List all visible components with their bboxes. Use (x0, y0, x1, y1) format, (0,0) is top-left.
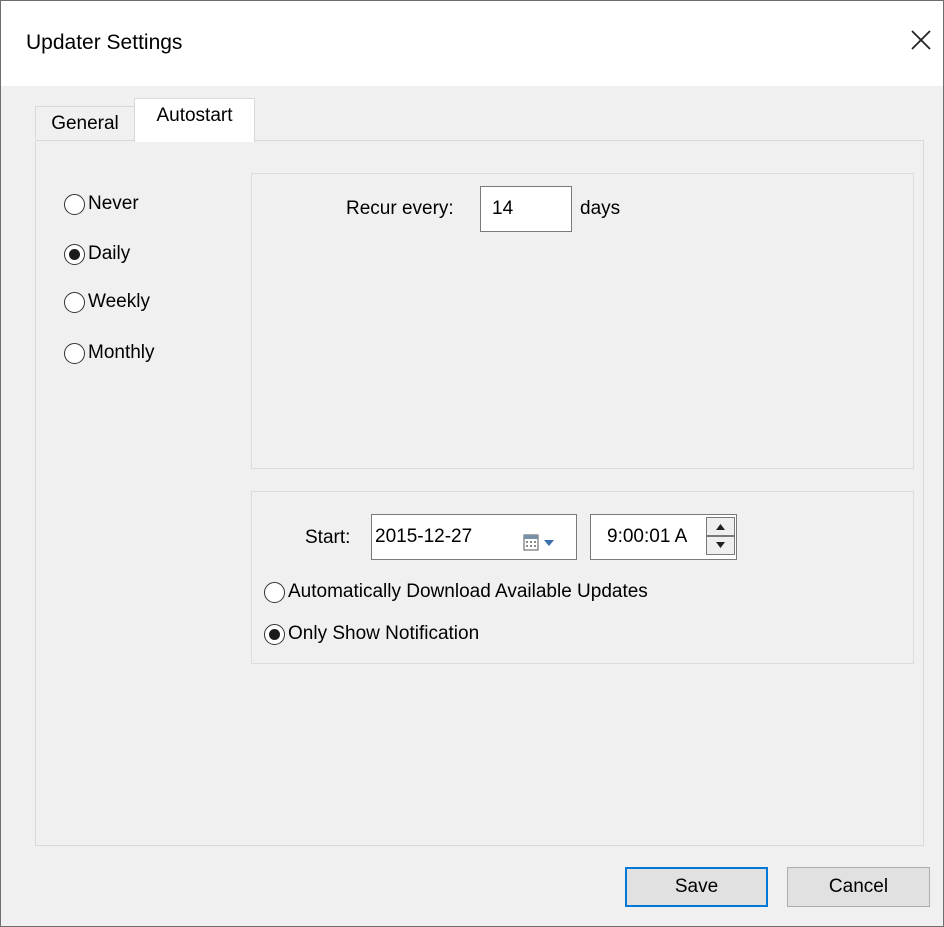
radio-daily[interactable]: Daily (64, 241, 130, 267)
tab-autostart[interactable]: Autostart (134, 98, 255, 142)
save-button[interactable]: Save (625, 867, 768, 907)
spin-down-button[interactable] (706, 536, 735, 555)
tab-general[interactable]: General (35, 106, 135, 139)
recur-every-label: Recur every: (346, 198, 454, 219)
radio-auto-download-label: Automatically Download Available Updates (288, 581, 648, 602)
radio-only-notification-label: Only Show Notification (288, 623, 480, 644)
radio-circle[interactable] (264, 623, 285, 645)
radio-monthly-label: Monthly (88, 342, 155, 363)
start-label: Start: (305, 527, 351, 548)
time-spinner[interactable] (706, 517, 735, 555)
recur-days-input[interactable]: 14 (480, 186, 572, 232)
calendar-dropdown-icon[interactable] (522, 527, 566, 551)
close-icon[interactable] (906, 25, 936, 55)
updater-settings-dialog: Updater Settings General Autostart Never… (0, 0, 944, 927)
radio-circle[interactable] (264, 581, 285, 603)
dialog-title: Updater Settings (26, 31, 183, 54)
spin-up-button[interactable] (706, 517, 735, 536)
radio-daily-label: Daily (88, 243, 131, 264)
cancel-button[interactable]: Cancel (787, 867, 930, 907)
radio-circle[interactable] (64, 243, 85, 265)
days-unit-label: days (580, 198, 621, 219)
radio-circle[interactable] (64, 193, 85, 215)
radio-only-notification[interactable]: Only Show Notification (264, 621, 479, 647)
radio-circle[interactable] (64, 342, 85, 364)
radio-monthly[interactable]: Monthly (64, 340, 155, 366)
title-bar: Updater Settings (1, 1, 943, 86)
radio-never-label: Never (88, 193, 139, 214)
radio-weekly-label: Weekly (88, 291, 150, 312)
radio-weekly[interactable]: Weekly (64, 289, 150, 315)
radio-auto-download[interactable]: Automatically Download Available Updates (264, 579, 648, 605)
start-date-value: 2015-12-27 (375, 526, 473, 547)
start-date-picker[interactable]: 2015-12-27 (371, 514, 577, 560)
start-time-value: 9:00:01 A (607, 526, 688, 547)
radio-circle[interactable] (64, 291, 85, 313)
radio-never[interactable]: Never (64, 191, 139, 217)
